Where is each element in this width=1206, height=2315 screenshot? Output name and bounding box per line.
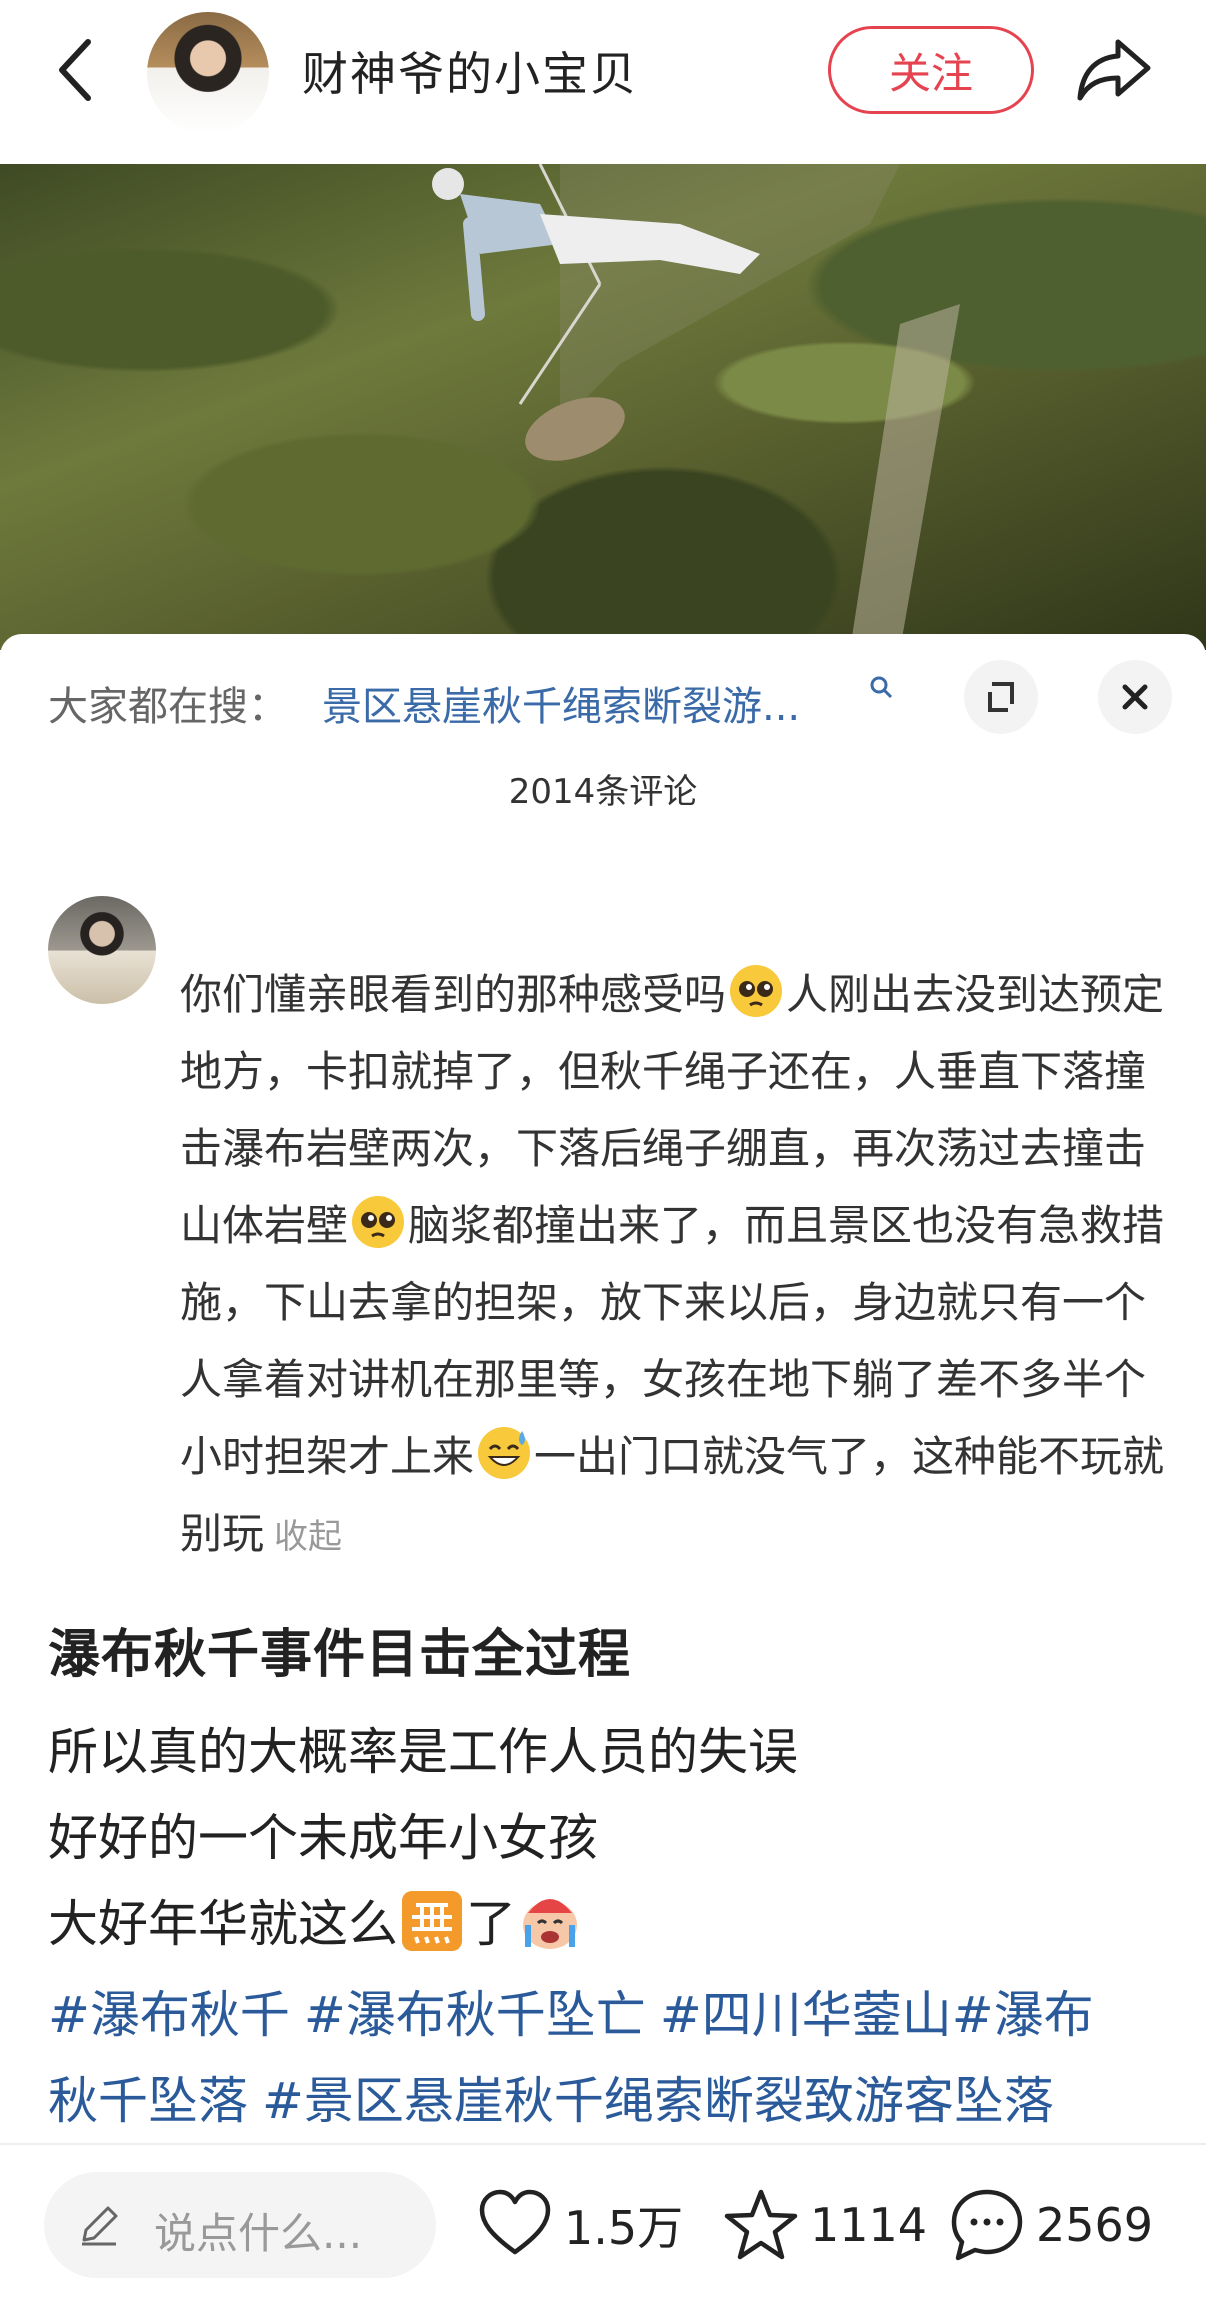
post-body-line: 大好年华就这么了 — [48, 1884, 584, 1956]
comment-button[interactable]: 2569 — [948, 2178, 1153, 2272]
close-icon[interactable] — [1098, 660, 1172, 734]
comments-panel: 大家都在搜： 景区悬崖秋千绳索断裂游... 2014条评论 你们懂亲眼看到的那种… — [0, 634, 1206, 1574]
expand-icon[interactable] — [964, 660, 1038, 734]
hashtag-link[interactable]: #瀑布秋千 — [48, 1986, 290, 2044]
like-count: 1.5万 — [564, 2201, 684, 2255]
comment-text[interactable]: 你们懂亲眼看到的那种感受吗 人刚出去没到达预定地方，卡扣就掉了，但秋千绳子还在，人… — [180, 956, 1170, 1576]
pen-icon — [76, 2202, 122, 2248]
chat-bubble-icon — [951, 2189, 1023, 2261]
pleading-face-icon — [352, 1196, 405, 1248]
share-icon[interactable] — [1074, 34, 1154, 106]
post-body-line: 好好的一个未成年小女孩 — [48, 1809, 598, 1867]
collapse-link[interactable]: 收起 — [274, 1517, 342, 1557]
hashtag-link[interactable]: 秋千坠落 — [48, 2072, 248, 2130]
post-title: 瀑布秋千事件目击全过程 — [48, 1625, 632, 1685]
comment-input[interactable]: 说点什么... — [44, 2172, 436, 2278]
author-avatar[interactable] — [147, 12, 269, 134]
comment-input-placeholder: 说点什么... — [154, 2209, 363, 2258]
nothing-square-icon — [402, 1891, 462, 1951]
post-media[interactable] — [0, 164, 1206, 650]
search-suggestion-label: 大家都在搜： — [48, 684, 288, 730]
collect-count: 1114 — [810, 2198, 928, 2252]
star-icon — [724, 2189, 798, 2260]
search-icon[interactable] — [868, 674, 894, 700]
divider — [0, 2143, 1206, 2145]
top-bar: 财神爷的小宝贝 关注 — [0, 0, 1206, 164]
pleading-face-icon — [730, 965, 783, 1017]
cliff-swing-scene — [432, 164, 960, 650]
like-button[interactable]: 1.5万 — [476, 2178, 683, 2272]
grinning-sweat-icon — [478, 1427, 531, 1479]
hashtag-link[interactable]: #四川华蓥山#瀑布 — [660, 1986, 1094, 2044]
heart-icon — [479, 2189, 551, 2255]
crying-face-icon — [523, 1899, 577, 1949]
collect-button[interactable]: 1114 — [722, 2178, 927, 2272]
follow-button[interactable]: 关注 — [828, 26, 1034, 114]
author-name[interactable]: 财神爷的小宝贝 — [302, 38, 638, 104]
comment-count: 2014条评论 — [508, 772, 698, 812]
comment-total: 2569 — [1036, 2198, 1154, 2252]
back-icon[interactable] — [48, 30, 108, 110]
hashtag-list: #瀑布秋千 #瀑布秋千坠亡 #四川华蓥山#瀑布秋千坠落 #景区悬崖秋千绳索断裂致游客坠… — [48, 1972, 1168, 2144]
search-suggestion-link[interactable]: 景区悬崖秋千绳索断裂游... — [322, 674, 800, 732]
commenter-avatar[interactable] — [48, 896, 156, 1004]
post-body-line: 所以真的大概率是工作人员的失误 — [48, 1723, 798, 1781]
hashtag-link[interactable]: #景区悬崖秋千绳索断裂致游客坠落 — [262, 2072, 1054, 2130]
hashtag-link[interactable]: #瀑布秋千坠亡 — [304, 1986, 646, 2044]
